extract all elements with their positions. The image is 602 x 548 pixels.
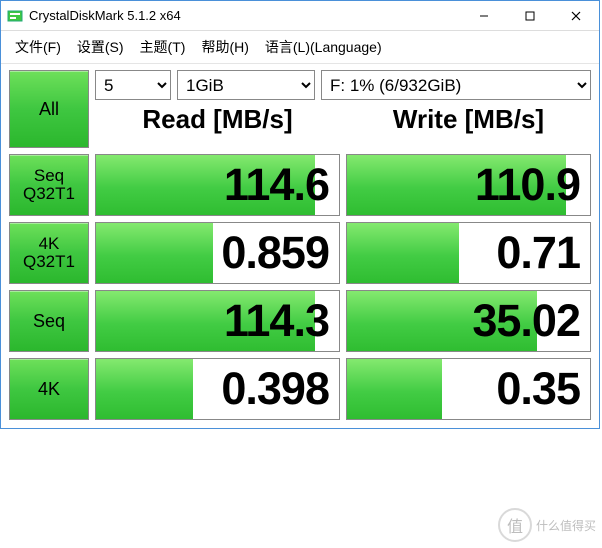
write-value: 110.9	[475, 159, 580, 211]
result-row: Seq 114.3 35.02	[9, 290, 591, 352]
watermark: 值 什么值得买	[498, 508, 596, 542]
controls-row: All 5 1GiB F: 1% (6/932GiB) Read [MB/s]	[9, 70, 591, 148]
write-header: Write [MB/s]	[346, 102, 591, 141]
write-value: 0.71	[496, 227, 580, 279]
result-row: 4K 0.398 0.35	[9, 358, 591, 420]
read-value-cell: 0.859	[95, 222, 340, 284]
result-row: SeqQ32T1 114.6 110.9	[9, 154, 591, 216]
write-value-cell: 0.35	[346, 358, 591, 420]
bar-fill	[347, 359, 442, 419]
app-icon	[7, 8, 23, 24]
menu-language[interactable]: 语言(L)(Language)	[259, 35, 388, 59]
write-value-cell: 110.9	[346, 154, 591, 216]
menu-help[interactable]: 帮助(H)	[195, 35, 254, 59]
drive-select[interactable]: F: 1% (6/932GiB)	[321, 70, 591, 100]
titlebar: CrystalDiskMark 5.1.2 x64	[1, 1, 599, 31]
read-value-cell: 114.6	[95, 154, 340, 216]
menu-theme[interactable]: 主题(T)	[134, 35, 192, 59]
read-value-cell: 0.398	[95, 358, 340, 420]
watermark-icon: 值	[498, 508, 532, 542]
app-window: CrystalDiskMark 5.1.2 x64 文件(F) 设置(S) 主题…	[0, 0, 600, 429]
content-area: All 5 1GiB F: 1% (6/932GiB) Read [MB/s]	[1, 64, 599, 428]
result-row: 4KQ32T1 0.859 0.71	[9, 222, 591, 284]
write-value-cell: 35.02	[346, 290, 591, 352]
window-title: CrystalDiskMark 5.1.2 x64	[29, 8, 461, 23]
runs-select[interactable]: 5	[95, 70, 171, 100]
read-value-cell: 114.3	[95, 290, 340, 352]
all-button[interactable]: All	[9, 70, 89, 148]
watermark-text: 什么值得买	[536, 517, 596, 534]
bar-fill	[96, 359, 193, 419]
read-header: Read [MB/s]	[95, 102, 340, 141]
seq-q32t1-button[interactable]: SeqQ32T1	[9, 154, 89, 216]
column-headers: Read [MB/s] Write [MB/s]	[95, 102, 591, 141]
write-value-cell: 0.71	[346, 222, 591, 284]
write-value: 35.02	[472, 295, 580, 347]
bar-fill	[347, 223, 459, 283]
menu-file[interactable]: 文件(F)	[9, 35, 67, 59]
close-button[interactable]	[553, 1, 599, 31]
4k-q32t1-button[interactable]: 4KQ32T1	[9, 222, 89, 284]
read-value: 114.3	[224, 295, 329, 347]
bar-fill	[96, 223, 213, 283]
menubar: 文件(F) 设置(S) 主题(T) 帮助(H) 语言(L)(Language)	[1, 31, 599, 64]
menu-settings[interactable]: 设置(S)	[71, 35, 130, 59]
read-value: 0.859	[221, 227, 329, 279]
seq-button[interactable]: Seq	[9, 290, 89, 352]
size-select[interactable]: 1GiB	[177, 70, 315, 100]
minimize-button[interactable]	[461, 1, 507, 31]
read-value: 0.398	[221, 363, 329, 415]
write-value: 0.35	[496, 363, 580, 415]
all-button-label: All	[39, 100, 59, 119]
maximize-button[interactable]	[507, 1, 553, 31]
read-value: 114.6	[224, 159, 329, 211]
4k-button[interactable]: 4K	[9, 358, 89, 420]
